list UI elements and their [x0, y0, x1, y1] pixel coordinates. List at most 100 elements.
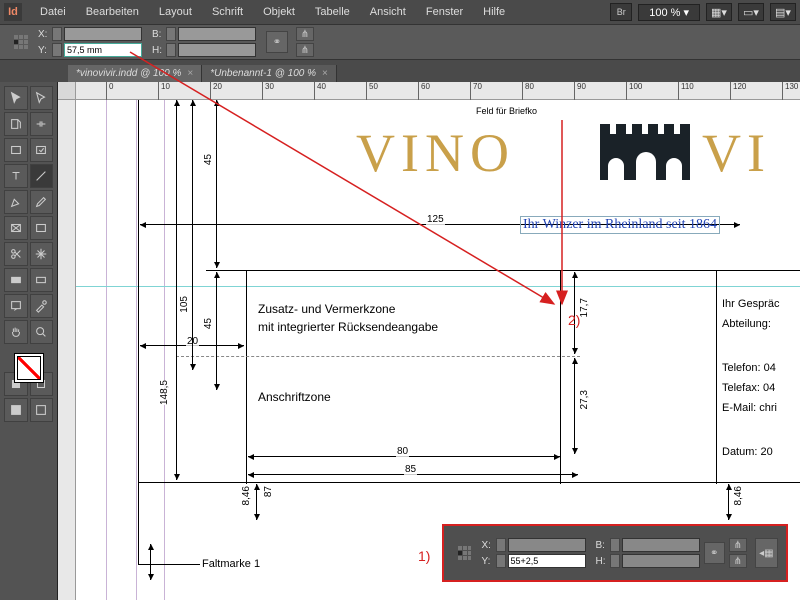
- note-tool[interactable]: [4, 294, 28, 318]
- page-tool[interactable]: [4, 112, 28, 136]
- ruler-origin[interactable]: [58, 82, 76, 100]
- constrain-icon[interactable]: ⚭: [266, 31, 288, 53]
- reference-point[interactable]: [14, 35, 28, 49]
- workspace: 0102030405060708090100110120130 20 80 85…: [58, 82, 800, 600]
- inset-y-label: Y:: [482, 556, 494, 567]
- menu-schrift[interactable]: Schrift: [202, 6, 253, 18]
- content-collector-tool[interactable]: [4, 138, 28, 162]
- dim: [728, 484, 729, 520]
- tab-unbenannt[interactable]: *Unbenannt-1 @ 100 %×: [202, 65, 337, 82]
- scissors-tool[interactable]: [4, 242, 28, 266]
- y-field[interactable]: 57,5 mm: [64, 43, 142, 57]
- guide[interactable]: [136, 100, 137, 600]
- menu-objekt[interactable]: Objekt: [253, 6, 305, 18]
- guide[interactable]: [106, 100, 107, 600]
- inset-extra-icon[interactable]: ◂▦: [755, 538, 778, 568]
- menu-datei[interactable]: Datei: [30, 6, 76, 18]
- inset-h-label: H:: [596, 556, 608, 567]
- direct-selection-tool[interactable]: [30, 86, 54, 110]
- dashed-line: [176, 356, 580, 357]
- inset-align-a-icon[interactable]: ⋔: [729, 538, 747, 552]
- line: [138, 100, 139, 564]
- guide[interactable]: [76, 286, 800, 287]
- menu-hilfe[interactable]: Hilfe: [473, 6, 515, 18]
- bridge-icon[interactable]: Br: [610, 3, 632, 21]
- castle-icon: [600, 134, 690, 180]
- screen-mode-icon[interactable]: ▭▾: [738, 3, 764, 21]
- annotation-1: 1): [418, 548, 430, 564]
- align-a-icon[interactable]: ⋔: [296, 27, 314, 41]
- dim: [192, 100, 193, 370]
- dim-label: 45: [202, 318, 215, 329]
- line: [246, 270, 247, 484]
- inset-y-field[interactable]: 55+2,5: [508, 554, 586, 568]
- eyedropper-tool[interactable]: [30, 294, 54, 318]
- inset-h-field[interactable]: [622, 554, 700, 568]
- close-icon[interactable]: ×: [187, 68, 193, 79]
- position-group: X: Y: 57,5 mm: [38, 27, 142, 57]
- view-mode-preview-icon[interactable]: [30, 398, 54, 422]
- type-tool[interactable]: [4, 164, 28, 188]
- pen-tool[interactable]: [4, 190, 28, 214]
- arrange-icon[interactable]: ▤▾: [770, 3, 796, 21]
- logo-text-a: VINO: [356, 122, 515, 184]
- inset-y-stepper[interactable]: [496, 554, 506, 568]
- h-stepper[interactable]: [166, 43, 176, 57]
- tab-vinovivir[interactable]: *vinovivir.indd @ 100 %×: [68, 65, 202, 82]
- w-field[interactable]: [178, 27, 256, 41]
- view-mode-normal-icon[interactable]: [4, 398, 28, 422]
- zoom-tool[interactable]: [30, 320, 54, 344]
- dim-fold: [150, 544, 151, 580]
- x-field[interactable]: [64, 27, 142, 41]
- selection-tool[interactable]: [4, 86, 28, 110]
- dim-label: 148,5: [158, 380, 171, 405]
- gradient-feather-tool[interactable]: [30, 268, 54, 292]
- align-b-icon[interactable]: ⋔: [296, 43, 314, 57]
- transform-tool[interactable]: [30, 242, 54, 266]
- inset-w-field[interactable]: [622, 538, 700, 552]
- menu-bearbeiten[interactable]: Bearbeiten: [76, 6, 149, 18]
- logo-text-b: VI: [702, 122, 771, 184]
- right-text: Telefon: 04: [722, 362, 776, 374]
- w-stepper[interactable]: [166, 27, 176, 41]
- h-field[interactable]: [178, 43, 256, 57]
- gap-tool[interactable]: [30, 112, 54, 136]
- inset-x-field[interactable]: [508, 538, 586, 552]
- inset-align-b-icon[interactable]: ⋔: [729, 554, 747, 568]
- inset-constrain-icon[interactable]: ⚭: [704, 542, 725, 564]
- ruler-vertical[interactable]: [58, 100, 76, 600]
- content-placer-tool[interactable]: [30, 138, 54, 162]
- y-stepper[interactable]: [52, 43, 62, 57]
- pencil-tool[interactable]: [30, 190, 54, 214]
- menu-tabelle[interactable]: Tabelle: [305, 6, 360, 18]
- inset-reference-point[interactable]: [458, 546, 472, 560]
- menu-ansicht[interactable]: Ansicht: [360, 6, 416, 18]
- gradient-swatch-tool[interactable]: [4, 268, 28, 292]
- w-label: B:: [152, 29, 164, 40]
- line-tool[interactable]: [30, 164, 54, 188]
- hand-tool[interactable]: [4, 320, 28, 344]
- ruler-horizontal[interactable]: 0102030405060708090100110120130: [76, 82, 800, 100]
- inset-x-stepper[interactable]: [496, 538, 506, 552]
- dim: [176, 100, 177, 480]
- line: [206, 270, 800, 271]
- rectangle-frame-tool[interactable]: [4, 216, 28, 240]
- dim-label: 8,46: [732, 486, 745, 505]
- close-icon[interactable]: ×: [322, 68, 328, 79]
- dim: [216, 272, 217, 390]
- inset-panel: X: Y:55+2,5 B: H: ⚭ ⋔ ⋔ ◂▦: [442, 524, 788, 582]
- y-label: Y:: [38, 45, 50, 56]
- guide[interactable]: [164, 100, 165, 600]
- view-options-icon[interactable]: ▦▾: [706, 3, 732, 21]
- rectangle-tool[interactable]: [30, 216, 54, 240]
- zone-text: mit integrierter Rücksendeangabe: [258, 320, 438, 334]
- inset-h-stepper[interactable]: [610, 554, 620, 568]
- menu-bar: Id Datei Bearbeiten Layout Schrift Objek…: [0, 0, 800, 24]
- x-stepper[interactable]: [52, 27, 62, 41]
- right-text: Datum: 20: [722, 446, 773, 458]
- menu-fenster[interactable]: Fenster: [416, 6, 473, 18]
- line: [560, 270, 561, 484]
- zoom-level[interactable]: 100 % ▾: [638, 4, 700, 21]
- inset-w-stepper[interactable]: [610, 538, 620, 552]
- menu-layout[interactable]: Layout: [149, 6, 202, 18]
